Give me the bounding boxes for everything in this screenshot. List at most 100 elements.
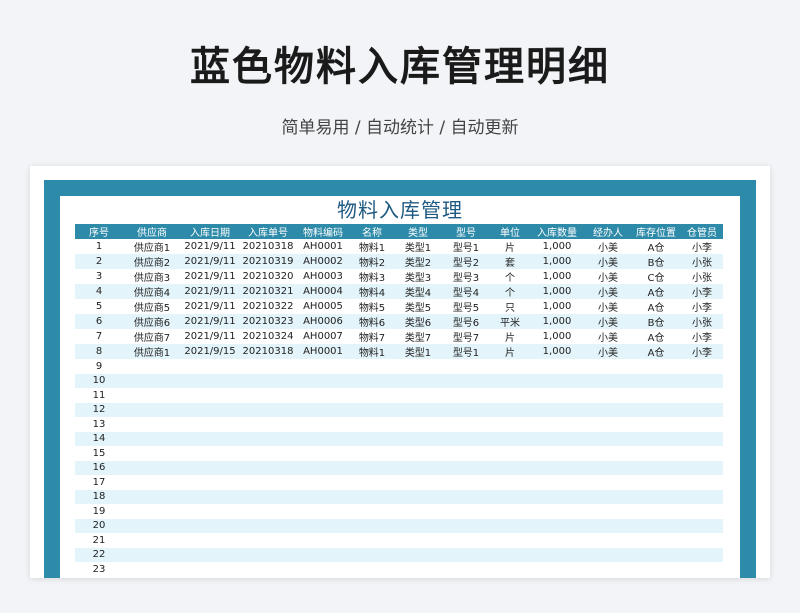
table-cell	[529, 359, 585, 374]
table-cell	[631, 402, 681, 417]
table-cell	[395, 402, 441, 417]
table-cell	[585, 489, 631, 504]
column-header: 入库数量	[529, 224, 585, 239]
table-cell: 1,000	[529, 269, 585, 284]
table-cell	[181, 359, 239, 374]
table-cell: 供应商5	[123, 299, 181, 314]
table-cell: 16	[75, 460, 123, 475]
table-cell	[529, 373, 585, 388]
table-cell: 18	[75, 489, 123, 504]
table-header-row: 序号 供应商 入库日期 入库单号 物料编码 名称 类型 型号 单位 入库数量 经办人 库存位置 仓管员	[75, 224, 723, 239]
table-cell	[529, 446, 585, 461]
table-cell	[441, 359, 491, 374]
table-cell	[681, 359, 723, 374]
table-cell	[681, 489, 723, 504]
table-cell	[297, 504, 349, 519]
table-cell: 1,000	[529, 299, 585, 314]
table-cell: 个	[491, 269, 529, 284]
table-cell	[395, 518, 441, 533]
table-cell	[181, 518, 239, 533]
table-cell	[181, 460, 239, 475]
table-row: 22	[75, 547, 723, 562]
table-cell: 小美	[585, 254, 631, 269]
table-cell: 物料3	[349, 269, 395, 284]
table-cell: 物料6	[349, 314, 395, 329]
column-header: 序号	[75, 224, 123, 239]
table-cell	[395, 388, 441, 403]
table-cell	[681, 504, 723, 519]
column-header: 供应商	[123, 224, 181, 239]
table-cell	[395, 533, 441, 548]
table-cell	[123, 533, 181, 548]
table-cell	[441, 504, 491, 519]
table-cell	[681, 388, 723, 403]
table-cell	[585, 359, 631, 374]
table-cell: AH0007	[297, 329, 349, 344]
table-cell	[349, 547, 395, 562]
table-cell	[395, 562, 441, 577]
table-cell	[441, 431, 491, 446]
table-cell: 1,000	[529, 314, 585, 329]
table-cell: 型号1	[441, 344, 491, 359]
table-cell: AH0006	[297, 314, 349, 329]
table-cell: 物料5	[349, 299, 395, 314]
table-cell: 小李	[681, 239, 723, 254]
table-cell: 物料2	[349, 254, 395, 269]
table-cell	[297, 359, 349, 374]
table-cell: 小美	[585, 239, 631, 254]
table-cell	[529, 388, 585, 403]
table-cell: 平米	[491, 314, 529, 329]
column-header: 仓管员	[681, 224, 723, 239]
table-cell	[349, 533, 395, 548]
table-cell: 12	[75, 402, 123, 417]
table-cell	[491, 373, 529, 388]
table-row: 9	[75, 359, 723, 374]
table-cell	[297, 460, 349, 475]
table-row: 10	[75, 373, 723, 388]
table-cell	[239, 388, 297, 403]
table-cell: 个	[491, 284, 529, 299]
table-cell	[239, 562, 297, 577]
table-cell	[297, 446, 349, 461]
table-cell	[585, 402, 631, 417]
table-cell: AH0001	[297, 239, 349, 254]
table-cell	[585, 373, 631, 388]
table-cell: 类型3	[395, 269, 441, 284]
table-cell	[585, 533, 631, 548]
table-cell	[441, 373, 491, 388]
table-cell: 2021/9/11	[181, 314, 239, 329]
table-row: 18	[75, 489, 723, 504]
table-cell	[239, 373, 297, 388]
table-cell	[681, 562, 723, 577]
table-cell	[239, 417, 297, 432]
table-cell: 2021/9/15	[181, 344, 239, 359]
table-cell	[585, 417, 631, 432]
table-cell	[123, 388, 181, 403]
table-cell	[239, 533, 297, 548]
table-cell	[529, 402, 585, 417]
table-cell	[123, 446, 181, 461]
table-cell: 类型5	[395, 299, 441, 314]
table-cell	[585, 460, 631, 475]
table-cell	[681, 446, 723, 461]
table-cell: 7	[75, 329, 123, 344]
table-cell	[529, 431, 585, 446]
spreadsheet-preview-card: 物料入库管理 序号 供应商 入库日期 入库单号 物料编码 名称 类型 型号 单位 入库数量 经办人库…	[30, 166, 770, 578]
table-row: 16	[75, 460, 723, 475]
table-cell	[123, 518, 181, 533]
table-cell: 供应商1	[123, 344, 181, 359]
table-cell	[349, 417, 395, 432]
table-cell: 小李	[681, 329, 723, 344]
table-cell: 小美	[585, 314, 631, 329]
table-row: 14	[75, 431, 723, 446]
table-cell	[297, 547, 349, 562]
table-cell	[441, 518, 491, 533]
table-cell: 物料7	[349, 329, 395, 344]
table-cell	[123, 489, 181, 504]
table-cell	[123, 504, 181, 519]
table-cell: 供应商1	[123, 239, 181, 254]
column-header: 经办人	[585, 224, 631, 239]
table-cell	[239, 402, 297, 417]
table-row: 15	[75, 446, 723, 461]
column-header: 型号	[441, 224, 491, 239]
